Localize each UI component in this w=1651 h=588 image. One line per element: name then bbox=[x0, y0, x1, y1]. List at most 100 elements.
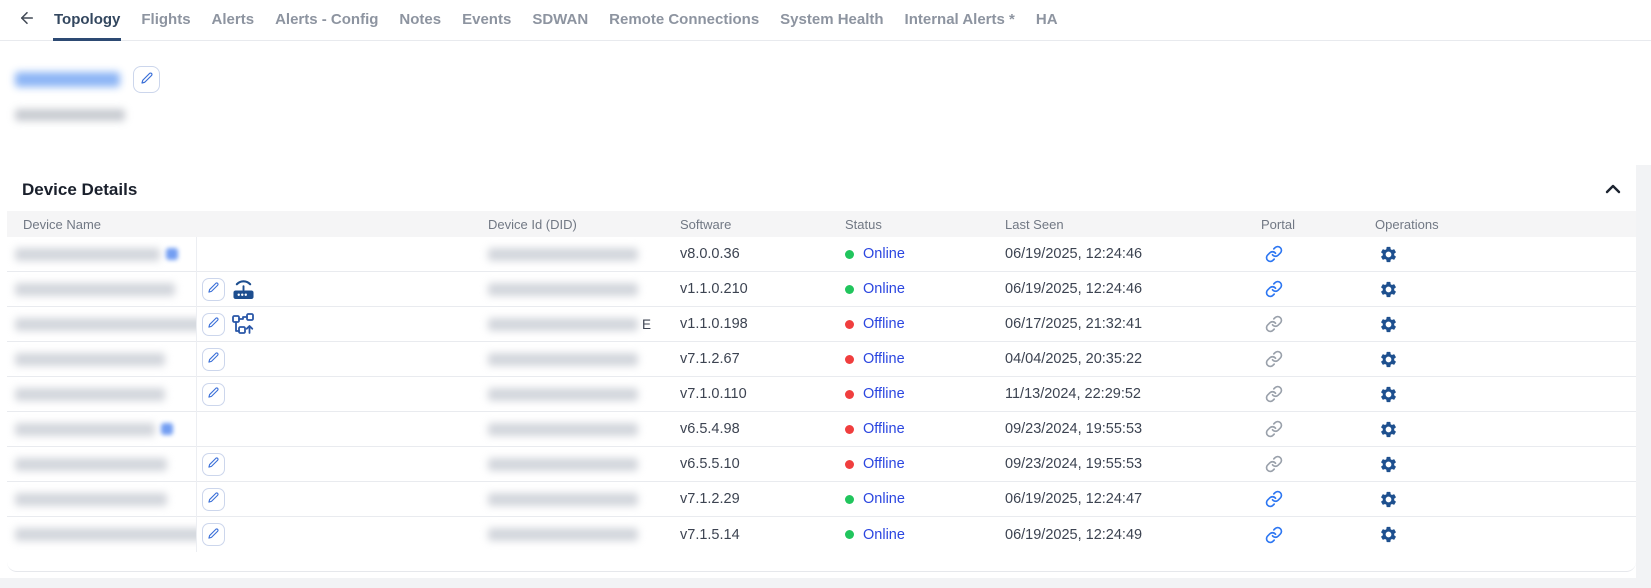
status-dot bbox=[845, 530, 854, 539]
entity-subtitle-redacted bbox=[15, 109, 125, 121]
cell-device-id bbox=[480, 423, 672, 436]
redacted-device-id bbox=[488, 458, 638, 471]
last-seen-text: 06/19/2025, 12:24:47 bbox=[1005, 491, 1142, 507]
cell-device-id bbox=[480, 493, 672, 506]
tab-notes[interactable]: Notes bbox=[398, 0, 442, 41]
portal-link bbox=[1261, 416, 1287, 442]
redacted-device-id bbox=[488, 493, 638, 506]
name-info-badge[interactable] bbox=[161, 423, 173, 435]
operations-button[interactable] bbox=[1375, 416, 1401, 442]
cell-operations bbox=[1367, 522, 1636, 548]
operations-button[interactable] bbox=[1375, 346, 1401, 372]
redacted-device-name bbox=[15, 528, 197, 541]
tab-ha[interactable]: HA bbox=[1035, 0, 1059, 41]
operations-button[interactable] bbox=[1375, 311, 1401, 337]
link-icon bbox=[1265, 245, 1283, 263]
cell-status: Offline bbox=[837, 456, 997, 472]
link-icon bbox=[1265, 280, 1283, 298]
portal-link bbox=[1261, 381, 1287, 407]
edit-entity-button[interactable] bbox=[133, 66, 160, 93]
tab-sdwan[interactable]: SDWAN bbox=[531, 0, 589, 41]
cell-last-seen: 11/13/2024, 22:29:52 bbox=[997, 386, 1253, 402]
redacted-device-id bbox=[488, 388, 638, 401]
software-version: v7.1.0.110 bbox=[680, 386, 747, 402]
last-seen-text: 11/13/2024, 22:29:52 bbox=[1005, 386, 1141, 402]
operations-button[interactable] bbox=[1375, 451, 1401, 477]
tab-events[interactable]: Events bbox=[461, 0, 512, 41]
status-link[interactable]: Offline bbox=[863, 386, 905, 402]
operations-button[interactable] bbox=[1375, 381, 1401, 407]
edit-device-button[interactable] bbox=[202, 278, 225, 301]
status-link[interactable]: Online bbox=[863, 246, 905, 262]
status-link[interactable]: Offline bbox=[863, 316, 905, 332]
edit-device-button[interactable] bbox=[202, 523, 225, 546]
pencil-icon bbox=[208, 491, 219, 507]
edit-device-button[interactable] bbox=[202, 488, 225, 511]
entity-title-redacted[interactable] bbox=[15, 72, 120, 87]
tab-alerts[interactable]: Alerts bbox=[211, 0, 256, 41]
operations-button[interactable] bbox=[1375, 241, 1401, 267]
link-icon bbox=[1265, 385, 1283, 403]
portal-link bbox=[1261, 311, 1287, 337]
cell-portal bbox=[1253, 451, 1367, 477]
name-info-badge[interactable] bbox=[166, 248, 178, 260]
status-link[interactable]: Online bbox=[863, 527, 905, 543]
cell-device-name bbox=[7, 342, 197, 377]
gear-icon bbox=[1379, 385, 1398, 404]
pencil-icon bbox=[208, 281, 219, 297]
portal-link[interactable] bbox=[1261, 241, 1287, 267]
cell-name-actions bbox=[197, 278, 480, 301]
status-link[interactable]: Online bbox=[863, 281, 905, 297]
pencil-icon bbox=[208, 316, 219, 332]
tab-internal-alerts[interactable]: Internal Alerts * bbox=[904, 0, 1016, 41]
tab-system-health[interactable]: System Health bbox=[779, 0, 884, 41]
table-row: v1.1.0.210Online06/19/2025, 12:24:46 bbox=[7, 272, 1636, 307]
status-dot bbox=[845, 425, 854, 434]
software-version: v8.0.0.36 bbox=[680, 246, 740, 262]
cell-operations bbox=[1367, 381, 1636, 407]
cell-portal bbox=[1253, 522, 1367, 548]
cell-name-actions bbox=[197, 488, 480, 511]
portal-link bbox=[1261, 451, 1287, 477]
operations-button[interactable] bbox=[1375, 522, 1401, 548]
table-row: v7.1.0.110 Offline 11/13/2024, 22:29:52 bbox=[7, 377, 1636, 412]
last-seen-text: 06/19/2025, 12:24:49 bbox=[1005, 527, 1142, 543]
software-version: v1.1.0.198 bbox=[680, 316, 748, 332]
tab-flights[interactable]: Flights bbox=[140, 0, 191, 41]
portal-link[interactable] bbox=[1261, 486, 1287, 512]
back-button[interactable] bbox=[15, 8, 39, 32]
cell-device-id bbox=[480, 248, 672, 261]
redacted-device-id bbox=[488, 423, 638, 436]
cell-device-name bbox=[7, 517, 197, 552]
cell-operations bbox=[1367, 241, 1636, 267]
redacted-device-name bbox=[15, 318, 197, 331]
status-link[interactable]: Offline bbox=[863, 456, 905, 472]
cell-portal bbox=[1253, 486, 1367, 512]
edit-device-button[interactable] bbox=[202, 383, 225, 406]
chevron-up-icon bbox=[1605, 181, 1621, 199]
cell-last-seen: 06/17/2025, 21:32:41 bbox=[997, 316, 1253, 332]
last-seen-text: 09/23/2024, 19:55:53 bbox=[1005, 456, 1142, 472]
edit-device-button[interactable] bbox=[202, 313, 225, 336]
redacted-device-name bbox=[15, 388, 165, 401]
cell-last-seen: 04/04/2025, 20:35:22 bbox=[997, 351, 1253, 367]
edit-device-button[interactable] bbox=[202, 348, 225, 371]
portal-link[interactable] bbox=[1261, 522, 1287, 548]
tab-remote-connections[interactable]: Remote Connections bbox=[608, 0, 760, 41]
status-link[interactable]: Online bbox=[863, 491, 905, 507]
tab-topology[interactable]: Topology bbox=[53, 0, 121, 41]
table-row: v7.1.2.29Online06/19/2025, 12:24:47 bbox=[7, 482, 1636, 517]
cell-name-actions bbox=[197, 383, 480, 406]
collapse-section-button[interactable] bbox=[1598, 179, 1628, 201]
cell-device-id bbox=[480, 283, 672, 296]
redacted-device-name bbox=[15, 283, 175, 296]
operations-button[interactable] bbox=[1375, 486, 1401, 512]
cell-device-name bbox=[7, 272, 197, 307]
edit-device-button[interactable] bbox=[202, 453, 225, 476]
tab-alerts-config[interactable]: Alerts - Config bbox=[274, 0, 379, 41]
status-link[interactable]: Offline bbox=[863, 421, 905, 437]
operations-button[interactable] bbox=[1375, 276, 1401, 302]
table-row: v6.5.5.10Offline09/23/2024, 19:55:53 bbox=[7, 447, 1636, 482]
status-link[interactable]: Offline bbox=[863, 351, 905, 367]
portal-link[interactable] bbox=[1261, 276, 1287, 302]
